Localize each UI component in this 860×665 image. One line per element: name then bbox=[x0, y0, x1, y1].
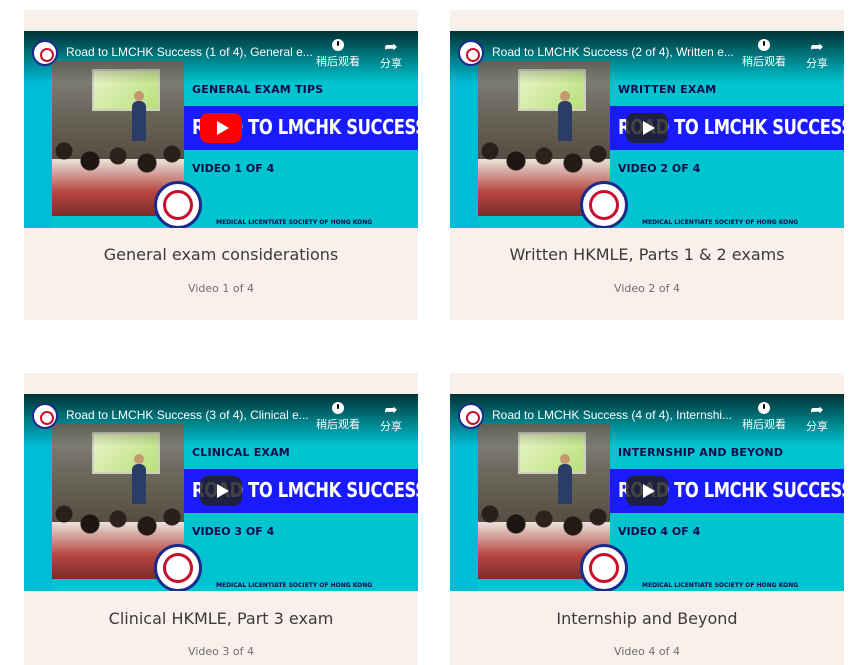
society-name: MEDICAL LICENTIATE SOCIETY OF HONG KONG bbox=[216, 219, 373, 226]
video-subcaption: Video 2 of 4 bbox=[614, 282, 680, 295]
channel-avatar[interactable] bbox=[458, 40, 484, 66]
watch-later-button[interactable]: 稍后观看 bbox=[736, 39, 792, 69]
share-button[interactable]: ➦ 分享 bbox=[370, 402, 412, 434]
share-arrow-icon: ➦ bbox=[384, 37, 398, 56]
thumbnail-section-title: CLINICAL EXAM bbox=[192, 446, 290, 459]
video-card-2: WRITTEN EXAM ROAD TO LMCHK SUCCESS VIDEO… bbox=[450, 10, 844, 320]
video-caption: Written HKMLE, Parts 1 & 2 exams bbox=[509, 245, 785, 264]
clock-icon bbox=[332, 39, 344, 51]
video-card-3: CLINICAL EXAM ROAD TO LMCHK SUCCESS VIDE… bbox=[24, 373, 418, 665]
thumbnail-strip bbox=[24, 61, 52, 228]
share-label: 分享 bbox=[806, 57, 828, 70]
share-button[interactable]: ➦ 分享 bbox=[796, 39, 838, 71]
thumbnail-video-number: VIDEO 1 OF 4 bbox=[192, 162, 275, 175]
watch-later-label: 稍后观看 bbox=[316, 55, 360, 68]
thumbnail-section-title: WRITTEN EXAM bbox=[618, 83, 717, 96]
thumbnail-video-number: VIDEO 4 OF 4 bbox=[618, 525, 701, 538]
society-name: MEDICAL LICENTIATE SOCIETY OF HONG KONG bbox=[216, 582, 373, 589]
video-title-link[interactable]: Road to LMCHK Success (4 of 4), Internsh… bbox=[492, 408, 740, 422]
play-button[interactable] bbox=[200, 476, 242, 506]
video-player-2[interactable]: WRITTEN EXAM ROAD TO LMCHK SUCCESS VIDEO… bbox=[450, 31, 844, 228]
share-arrow-icon: ➦ bbox=[384, 400, 398, 419]
thumbnail-strip bbox=[450, 61, 478, 228]
watch-later-button[interactable]: 稍后观看 bbox=[310, 39, 366, 69]
video-title-link[interactable]: Road to LMCHK Success (2 of 4), Written … bbox=[492, 45, 740, 59]
thumbnail-video-number: VIDEO 2 OF 4 bbox=[618, 162, 701, 175]
video-subcaption: Video 1 of 4 bbox=[188, 282, 254, 295]
play-button[interactable] bbox=[200, 113, 242, 143]
play-button[interactable] bbox=[626, 476, 668, 506]
video-player-4[interactable]: INTERNSHIP AND BEYOND ROAD TO LMCHK SUCC… bbox=[450, 394, 844, 591]
society-seal-icon bbox=[580, 544, 628, 591]
clock-icon bbox=[758, 402, 770, 414]
thumbnail-strip bbox=[450, 424, 478, 591]
video-player-1[interactable]: GENERAL EXAM TIPS ROAD TO LMCHK SUCCESS … bbox=[24, 31, 418, 228]
society-name: MEDICAL LICENTIATE SOCIETY OF HONG KONG bbox=[642, 582, 799, 589]
video-subcaption: Video 4 of 4 bbox=[614, 645, 680, 658]
video-caption: General exam considerations bbox=[103, 245, 339, 264]
share-label: 分享 bbox=[380, 57, 402, 70]
video-player-3[interactable]: CLINICAL EXAM ROAD TO LMCHK SUCCESS VIDE… bbox=[24, 394, 418, 591]
watch-later-label: 稍后观看 bbox=[316, 418, 360, 431]
video-caption: Internship and Beyond bbox=[556, 609, 738, 628]
video-title-link[interactable]: Road to LMCHK Success (3 of 4), Clinical… bbox=[66, 408, 314, 422]
society-seal-icon bbox=[580, 181, 628, 228]
video-title-link[interactable]: Road to LMCHK Success (1 of 4), General … bbox=[66, 45, 314, 59]
society-name: MEDICAL LICENTIATE SOCIETY OF HONG KONG bbox=[642, 219, 799, 226]
share-arrow-icon: ➦ bbox=[810, 37, 824, 56]
channel-avatar[interactable] bbox=[32, 403, 58, 429]
society-seal-icon bbox=[154, 181, 202, 228]
video-caption: Clinical HKMLE, Part 3 exam bbox=[108, 609, 334, 628]
watch-later-label: 稍后观看 bbox=[742, 55, 786, 68]
thumbnail-section-title: INTERNSHIP AND BEYOND bbox=[618, 446, 784, 459]
society-seal-icon bbox=[154, 544, 202, 591]
channel-avatar[interactable] bbox=[458, 403, 484, 429]
clock-icon bbox=[758, 39, 770, 51]
thumbnail-strip bbox=[24, 424, 52, 591]
share-button[interactable]: ➦ 分享 bbox=[796, 402, 838, 434]
channel-avatar[interactable] bbox=[32, 40, 58, 66]
play-button[interactable] bbox=[626, 113, 668, 143]
share-label: 分享 bbox=[806, 420, 828, 433]
video-card-4: INTERNSHIP AND BEYOND ROAD TO LMCHK SUCC… bbox=[450, 373, 844, 665]
watch-later-button[interactable]: 稍后观看 bbox=[310, 402, 366, 432]
share-label: 分享 bbox=[380, 420, 402, 433]
video-card-1: GENERAL EXAM TIPS ROAD TO LMCHK SUCCESS … bbox=[24, 10, 418, 320]
share-arrow-icon: ➦ bbox=[810, 400, 824, 419]
watch-later-button[interactable]: 稍后观看 bbox=[736, 402, 792, 432]
watch-later-label: 稍后观看 bbox=[742, 418, 786, 431]
video-subcaption: Video 3 of 4 bbox=[188, 645, 254, 658]
clock-icon bbox=[332, 402, 344, 414]
thumbnail-section-title: GENERAL EXAM TIPS bbox=[192, 83, 324, 96]
thumbnail-video-number: VIDEO 3 OF 4 bbox=[192, 525, 275, 538]
share-button[interactable]: ➦ 分享 bbox=[370, 39, 412, 71]
